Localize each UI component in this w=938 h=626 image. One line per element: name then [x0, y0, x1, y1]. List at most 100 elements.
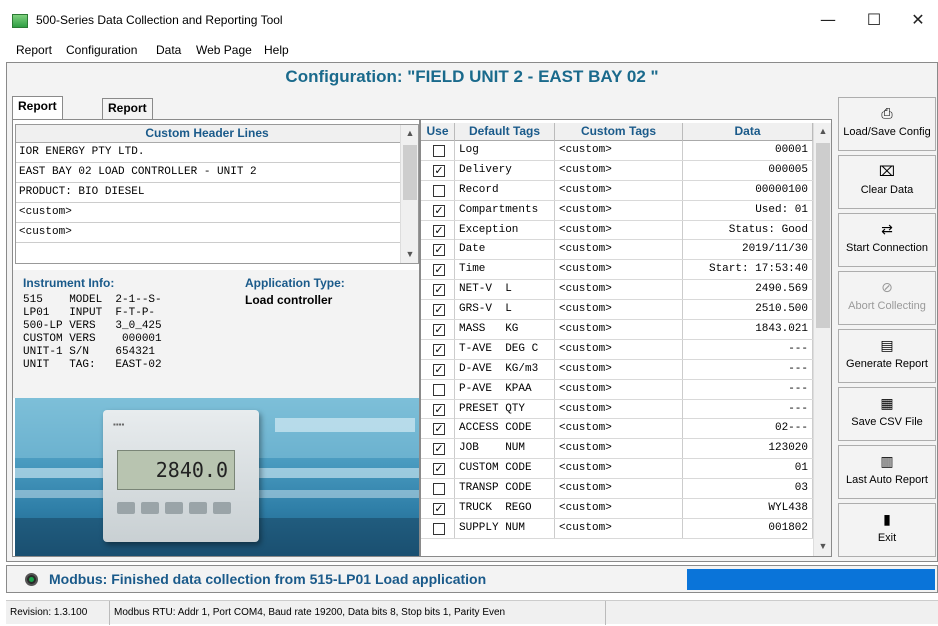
use-checkbox[interactable]: [433, 184, 445, 197]
table-row[interactable]: Record <custom> 00000100: [421, 180, 813, 201]
table-row[interactable]: ✓ Date <custom> 2019/11/30: [421, 240, 813, 261]
table-row[interactable]: ✓ T-AVE DEG C <custom> ---: [421, 339, 813, 360]
use-checkbox[interactable]: ✓: [433, 204, 445, 217]
tag-table-scrollbar[interactable]: ▲ ▼: [813, 123, 831, 556]
custom-tag-cell[interactable]: <custom>: [555, 260, 683, 280]
scroll-down-icon[interactable]: ▼: [401, 249, 419, 259]
header-scrollbar[interactable]: ▲ ▼: [400, 125, 418, 263]
table-row[interactable]: ✓ PRESET QTY <custom> ---: [421, 399, 813, 420]
table-row[interactable]: TRANSP CODE <custom> 03: [421, 479, 813, 500]
generate-report-button[interactable]: ▤ Generate Report: [838, 329, 936, 383]
menu-help[interactable]: Help: [264, 43, 289, 57]
table-row[interactable]: ✓ Delivery <custom> 000005: [421, 160, 813, 181]
use-checkbox[interactable]: ✓: [433, 284, 445, 297]
custom-tag-cell[interactable]: <custom>: [555, 459, 683, 479]
custom-tag-cell[interactable]: <custom>: [555, 180, 683, 200]
custom-tag-cell[interactable]: <custom>: [555, 339, 683, 359]
save-config-icon: ⎙: [881, 106, 893, 122]
use-cell: [421, 518, 455, 538]
abort-collecting-button[interactable]: ⊘ Abort Collecting: [838, 271, 936, 325]
table-row[interactable]: ✓ CUSTOM CODE <custom> 01: [421, 459, 813, 480]
table-row[interactable]: ✓ TRUCK REGO <custom> WYL438: [421, 499, 813, 519]
use-checkbox[interactable]: ✓: [433, 264, 445, 277]
header-line[interactable]: <custom>: [16, 223, 400, 243]
header-line[interactable]: EAST BAY 02 LOAD CONTROLLER - UNIT 2: [16, 163, 400, 183]
table-row[interactable]: SUPPLY NUM <custom> 001802: [421, 518, 813, 539]
use-checkbox[interactable]: ✓: [433, 443, 445, 456]
use-checkbox[interactable]: ✓: [433, 304, 445, 317]
save-csv-file-button[interactable]: ▦ Save CSV File: [838, 387, 936, 441]
header-line[interactable]: <custom>: [16, 203, 400, 223]
custom-tag-cell[interactable]: <custom>: [555, 240, 683, 260]
custom-tag-cell[interactable]: <custom>: [555, 320, 683, 340]
table-row[interactable]: ✓ MASS KG <custom> 1843.021: [421, 320, 813, 340]
custom-tag-cell[interactable]: <custom>: [555, 280, 683, 300]
use-checkbox[interactable]: [433, 383, 445, 396]
menu-report[interactable]: Report: [16, 43, 52, 57]
custom-tag-cell[interactable]: <custom>: [555, 200, 683, 220]
use-checkbox[interactable]: [433, 522, 445, 535]
custom-tag-cell[interactable]: <custom>: [555, 220, 683, 240]
custom-tag-cell[interactable]: <custom>: [555, 399, 683, 419]
custom-tag-cell[interactable]: <custom>: [555, 439, 683, 459]
table-row[interactable]: ✓ Time <custom> Start: 17:53:40: [421, 260, 813, 281]
table-row[interactable]: ✓ GRS-V L <custom> 2510.500: [421, 300, 813, 321]
data-cell: WYL438: [683, 499, 813, 519]
table-row[interactable]: ✓ Compartments <custom> Used: 01: [421, 200, 813, 221]
start-connection-button[interactable]: ⇄ Start Connection: [838, 213, 936, 267]
close-button[interactable]: ✕: [898, 8, 938, 32]
custom-tag-cell[interactable]: <custom>: [555, 359, 683, 379]
table-row[interactable]: ✓ D-AVE KG/m3 <custom> ---: [421, 359, 813, 380]
tab-report-data[interactable]: Report Data: [102, 98, 153, 134]
custom-tag-cell[interactable]: <custom>: [555, 479, 683, 499]
use-checkbox[interactable]: ✓: [433, 343, 445, 356]
scrollbar-thumb[interactable]: [403, 145, 417, 200]
maximize-button[interactable]: ☐: [854, 8, 894, 32]
tab-report-items[interactable]: Report Items: [12, 96, 63, 132]
custom-tag-cell[interactable]: <custom>: [555, 141, 683, 160]
use-checkbox[interactable]: ✓: [433, 423, 445, 436]
header-line[interactable]: IOR ENERGY PTY LTD.: [16, 143, 400, 163]
load-save-config-button[interactable]: ⎙ Load/Save Config: [838, 97, 936, 151]
custom-tag-cell[interactable]: <custom>: [555, 499, 683, 519]
use-checkbox[interactable]: ✓: [433, 503, 445, 516]
scroll-down-icon[interactable]: ▼: [814, 541, 832, 551]
use-checkbox[interactable]: ✓: [433, 164, 445, 177]
table-row[interactable]: ✓ NET-V L <custom> 2490.569: [421, 280, 813, 301]
header-line[interactable]: PRODUCT: BIO DIESEL: [16, 183, 400, 203]
exit-button[interactable]: ▮ Exit: [838, 503, 936, 557]
use-checkbox[interactable]: [433, 483, 445, 496]
custom-tag-cell[interactable]: <custom>: [555, 379, 683, 399]
scrollbar-thumb[interactable]: [816, 143, 830, 328]
use-checkbox[interactable]: ✓: [433, 363, 445, 376]
table-row[interactable]: P-AVE KPAA <custom> ---: [421, 379, 813, 400]
minimize-button[interactable]: —: [808, 8, 848, 32]
use-checkbox[interactable]: ✓: [433, 244, 445, 257]
use-checkbox[interactable]: ✓: [433, 403, 445, 416]
scroll-up-icon[interactable]: ▲: [401, 128, 419, 138]
use-cell: ✓: [421, 220, 455, 240]
header-line[interactable]: [16, 243, 400, 263]
scroll-up-icon[interactable]: ▲: [814, 126, 832, 136]
menu-web-page[interactable]: Web Page: [196, 43, 252, 57]
use-checkbox[interactable]: ✓: [433, 224, 445, 237]
clear-data-button[interactable]: ⌧ Clear Data: [838, 155, 936, 209]
use-checkbox[interactable]: ✓: [433, 463, 445, 476]
use-checkbox[interactable]: ✓: [433, 324, 445, 337]
menu-configuration[interactable]: Configuration: [66, 43, 137, 57]
table-row[interactable]: ✓ ACCESS CODE <custom> 02---: [421, 419, 813, 440]
menu-data[interactable]: Data: [156, 43, 181, 57]
default-tag-cell: D-AVE KG/m3: [455, 359, 555, 379]
custom-tag-cell[interactable]: <custom>: [555, 518, 683, 538]
use-checkbox[interactable]: [433, 145, 445, 157]
table-row[interactable]: Log <custom> 00001: [421, 141, 813, 161]
last-auto-report-button[interactable]: ▥ Last Auto Report: [838, 445, 936, 499]
custom-tag-cell[interactable]: <custom>: [555, 419, 683, 439]
custom-tag-cell[interactable]: <custom>: [555, 160, 683, 180]
generate-report-icon: ▤: [880, 338, 894, 354]
custom-tag-cell[interactable]: <custom>: [555, 300, 683, 320]
use-cell: ✓: [421, 499, 455, 519]
table-row[interactable]: ✓ JOB NUM <custom> 123020: [421, 439, 813, 460]
use-cell: [421, 141, 455, 160]
table-row[interactable]: ✓ Exception <custom> Status: Good: [421, 220, 813, 241]
